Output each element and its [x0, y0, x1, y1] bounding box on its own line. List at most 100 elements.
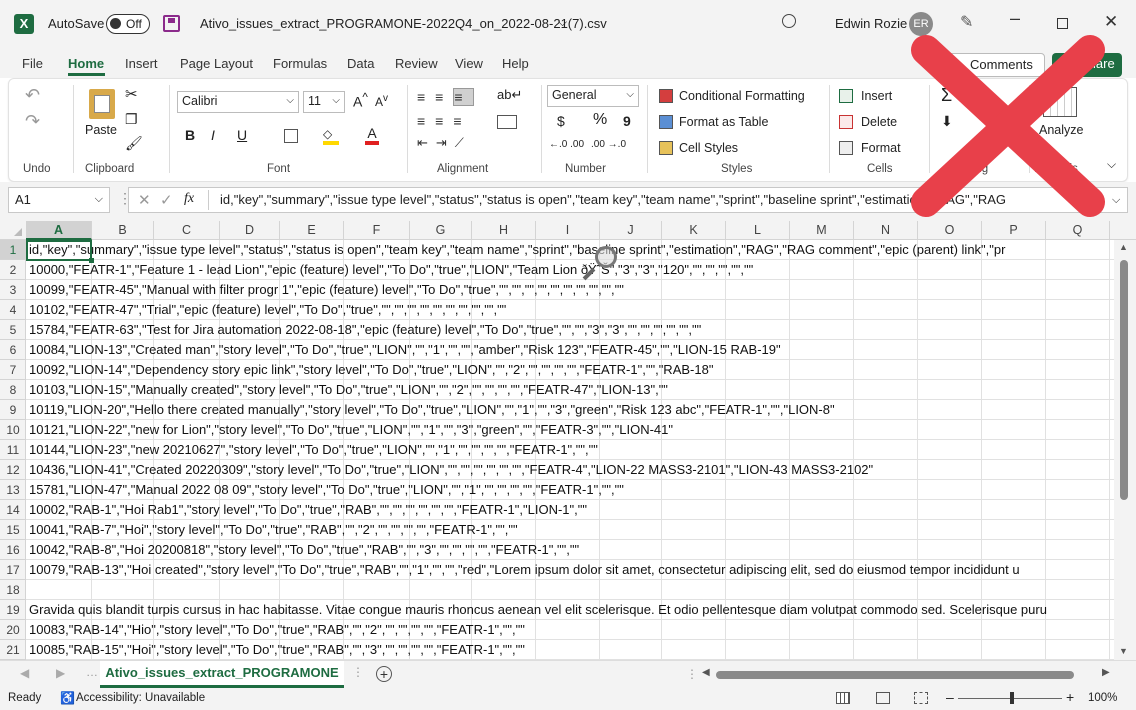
hscroll-more-icon[interactable]: ⋮: [686, 667, 698, 681]
row-header[interactable]: 15: [0, 520, 26, 540]
table-row[interactable]: 10079,"RAB-13","Hoi created","story leve…: [26, 560, 1114, 580]
select-all-icon[interactable]: [14, 228, 22, 236]
copy-icon[interactable]: ❐: [125, 111, 138, 128]
row-header[interactable]: 16: [0, 540, 26, 560]
table-row[interactable]: 10144,"LION-23","new 20210627","story le…: [26, 440, 1114, 460]
horizontal-scroll-thumb[interactable]: [716, 671, 1074, 679]
cut-icon[interactable]: ✂: [125, 85, 138, 103]
decrease-font-icon[interactable]: Av: [375, 93, 388, 109]
tab-formulas[interactable]: Formulas: [273, 56, 327, 71]
row-header[interactable]: 18: [0, 580, 26, 600]
paste-icon[interactable]: [89, 89, 115, 119]
accessibility-status[interactable]: Accessibility: Unavailable: [76, 692, 205, 704]
percent-button[interactable]: %: [593, 111, 607, 129]
table-row[interactable]: Gravida quis blandit turpis cursus in ha…: [26, 600, 1114, 620]
row-header[interactable]: 11: [0, 440, 26, 460]
name-box[interactable]: A1 ⌵: [8, 187, 110, 213]
normal-view-icon[interactable]: [836, 692, 850, 704]
column-header-g[interactable]: G: [410, 221, 472, 240]
italic-button[interactable]: I: [211, 127, 215, 143]
row-header[interactable]: 3: [0, 280, 26, 300]
borders-icon[interactable]: [284, 129, 298, 143]
insert-function-button[interactable]: fx: [184, 191, 194, 207]
column-header-l[interactable]: L: [726, 221, 790, 240]
column-header-d[interactable]: D: [220, 221, 280, 240]
increase-decimal-button[interactable]: ←.0 .00: [549, 139, 584, 150]
table-row[interactable]: 10103,"LION-15","Manually created","stor…: [26, 380, 1114, 400]
fill-color-icon[interactable]: ◇: [323, 127, 339, 145]
minimize-icon[interactable]: –: [1010, 8, 1020, 29]
table-row[interactable]: 10092,"LION-14","Dependency story epic l…: [26, 360, 1114, 380]
file-title[interactable]: Ativo_issues_extract_PROGRAMONE-2022Q4_o…: [200, 16, 607, 31]
row-header[interactable]: 8: [0, 380, 26, 400]
underline-button[interactable]: U: [237, 127, 247, 143]
column-header-a[interactable]: A: [26, 221, 92, 240]
zoom-out-icon[interactable]: –: [946, 689, 954, 705]
format-painter-icon[interactable]: 🖌: [125, 135, 143, 152]
tab-file[interactable]: File: [22, 56, 43, 71]
undo-icon[interactable]: ↶: [25, 85, 40, 106]
sheet-next-icon[interactable]: ▶: [56, 666, 65, 680]
tab-view[interactable]: View: [455, 56, 483, 71]
table-row[interactable]: 10002,"RAB-1","Hoi Rab1","story level","…: [26, 500, 1114, 520]
user-name[interactable]: Edwin Rozie: [835, 16, 907, 31]
format-as-table-button[interactable]: Format as Table: [679, 115, 768, 129]
column-header-m[interactable]: M: [790, 221, 854, 240]
font-color-icon[interactable]: A: [365, 125, 379, 145]
row-header[interactable]: 12: [0, 460, 26, 480]
bold-button[interactable]: B: [185, 127, 195, 143]
table-row[interactable]: 10085,"RAB-15","Hoi","story level","To D…: [26, 640, 1114, 660]
conditional-formatting-button[interactable]: Conditional Formatting: [679, 89, 805, 103]
enter-icon[interactable]: ✓: [160, 191, 173, 209]
page-layout-view-icon[interactable]: [876, 692, 890, 704]
column-header-k[interactable]: K: [662, 221, 726, 240]
comma-style-button[interactable]: 9: [623, 113, 631, 129]
column-header-i[interactable]: I: [536, 221, 600, 240]
table-row[interactable]: 10000,"FEATR-1","Feature 1 - lead Lion",…: [26, 260, 1114, 280]
table-row[interactable]: 10121,"LION-22","new for Lion","story le…: [26, 420, 1114, 440]
decrease-decimal-button[interactable]: .00 →.0: [591, 139, 626, 150]
table-row[interactable]: 10119,"LION-20","Hello there created man…: [26, 400, 1114, 420]
vertical-scroll-thumb[interactable]: [1120, 260, 1128, 500]
paste-button[interactable]: Paste: [85, 123, 117, 137]
table-row[interactable]: 10083,"RAB-14","Hio","story level","To D…: [26, 620, 1114, 640]
insert-cells-button[interactable]: Insert: [861, 89, 892, 103]
row-header[interactable]: 21: [0, 640, 26, 660]
cell-styles-button[interactable]: Cell Styles: [679, 141, 738, 155]
row-header[interactable]: 6: [0, 340, 26, 360]
table-row[interactable]: 10041,"RAB-7","Hoi","story level","To Do…: [26, 520, 1114, 540]
table-row[interactable]: 10099,"FEATR-45","Manual with filter pro…: [26, 280, 1114, 300]
row-header[interactable]: 20: [0, 620, 26, 640]
table-row[interactable]: 10084,"LION-13","Created man","story lev…: [26, 340, 1114, 360]
cancel-icon[interactable]: ✕: [138, 191, 151, 209]
font-name-select[interactable]: Calibri ⌵: [177, 91, 299, 113]
chevron-down-icon[interactable]: ⌵: [558, 15, 567, 30]
row-header[interactable]: 5: [0, 320, 26, 340]
table-row[interactable]: 10042,"RAB-8","Hoi 20200818","story leve…: [26, 540, 1114, 560]
row-header[interactable]: 19: [0, 600, 26, 620]
add-sheet-icon[interactable]: +: [376, 666, 392, 682]
table-row[interactable]: 10102,"FEATR-47","Trial","epic (feature)…: [26, 300, 1114, 320]
table-row[interactable]: 15781,"LION-47","Manual 2022 08 09","sto…: [26, 480, 1114, 500]
column-header-j[interactable]: J: [600, 221, 662, 240]
row-header[interactable]: 14: [0, 500, 26, 520]
scroll-up-icon[interactable]: ▲: [1119, 242, 1128, 252]
zoom-level[interactable]: 100%: [1088, 692, 1117, 704]
row-header[interactable]: 1: [0, 240, 26, 260]
row-header[interactable]: 9: [0, 400, 26, 420]
delete-cells-button[interactable]: Delete: [861, 115, 897, 129]
search-icon[interactable]: [782, 14, 796, 28]
redo-icon[interactable]: ↷: [25, 111, 40, 132]
column-header-b[interactable]: B: [92, 221, 154, 240]
column-header-e[interactable]: E: [280, 221, 344, 240]
table-row[interactable]: 10436,"LION-41","Created 20220309","stor…: [26, 460, 1114, 480]
column-header-c[interactable]: C: [154, 221, 220, 240]
font-size-select[interactable]: 11 ⌵: [303, 91, 345, 113]
column-header-h[interactable]: H: [472, 221, 536, 240]
zoom-slider-thumb[interactable]: [1010, 692, 1014, 704]
tab-help[interactable]: Help: [502, 56, 529, 71]
worksheet-grid[interactable]: ABCDEFGHIJKLMNOPQ 1 id,"key","summary","i…: [0, 218, 1136, 660]
row-header[interactable]: 10: [0, 420, 26, 440]
scroll-left-icon[interactable]: ◀: [702, 667, 710, 678]
sheet-more-icon[interactable]: …: [86, 665, 98, 679]
